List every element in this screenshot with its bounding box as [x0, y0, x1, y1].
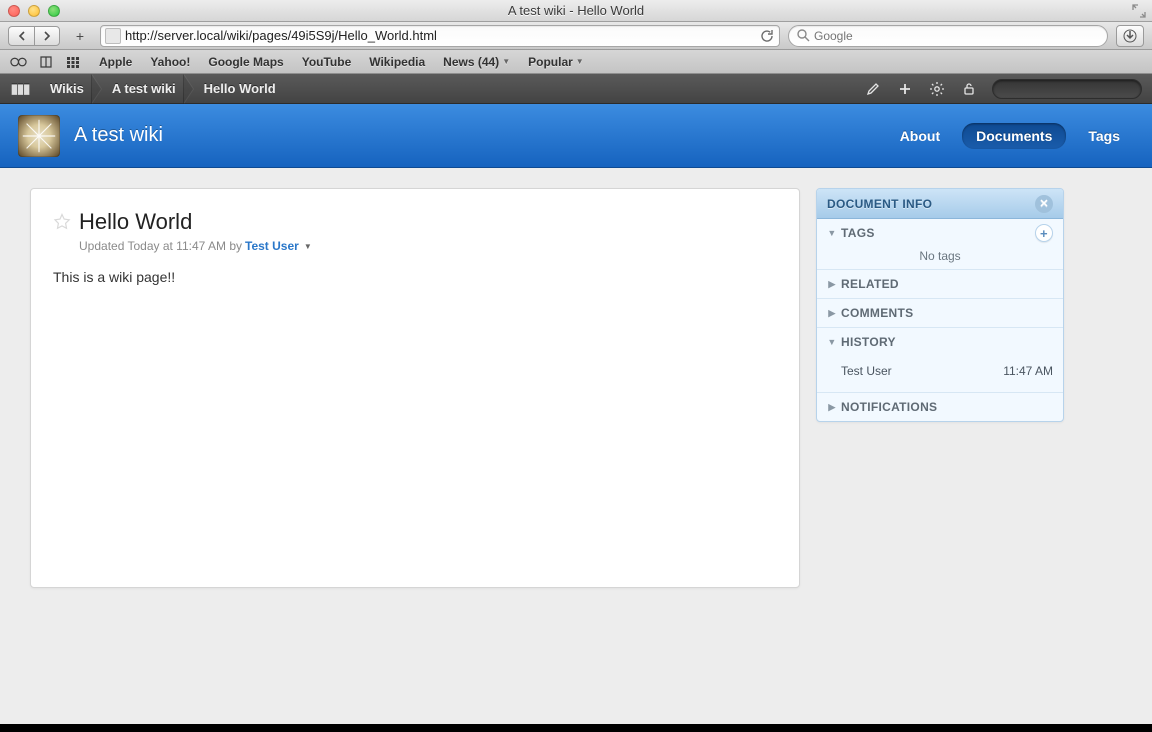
bookmarks-bar: Apple Yahoo! Google Maps YouTube Wikiped…	[0, 50, 1152, 74]
downloads-button[interactable]	[1116, 25, 1144, 47]
gear-icon[interactable]	[928, 80, 946, 98]
url-input[interactable]	[125, 28, 755, 43]
chevron-down-icon[interactable]: ▼	[304, 242, 312, 251]
chevron-down-icon: ▼	[502, 57, 510, 66]
document-meta: Updated Today at 11:47 AM by Test User ▼	[79, 239, 777, 253]
document-body: This is a wiki page!!	[53, 269, 777, 285]
back-button[interactable]	[8, 26, 34, 46]
bookmark-popular[interactable]: Popular▼	[528, 55, 584, 69]
section-notifications: ▶ NOTIFICATIONS	[817, 393, 1063, 421]
history-body: Test User 11:47 AM	[817, 356, 1063, 392]
section-history-header[interactable]: ▼ HISTORY	[817, 328, 1063, 356]
window-minimize-button[interactable]	[28, 5, 40, 17]
bookmark-news[interactable]: News (44)▼	[443, 55, 510, 69]
sidebar-toggle-icon[interactable]: ▮▮▮	[0, 81, 40, 97]
bookmark-wikipedia[interactable]: Wikipedia	[369, 55, 425, 69]
bookmark-youtube[interactable]: YouTube	[302, 55, 352, 69]
add-tag-button[interactable]: +	[1035, 224, 1053, 242]
browser-search-input[interactable]	[814, 29, 1099, 43]
site-favicon-icon	[105, 28, 121, 44]
disclosure-right-icon: ▶	[827, 308, 837, 319]
fullscreen-icon[interactable]	[1132, 4, 1146, 18]
disclosure-down-icon: ▼	[827, 228, 837, 238]
nav-tags[interactable]: Tags	[1074, 123, 1134, 149]
window-close-button[interactable]	[8, 5, 20, 17]
wiki-avatar-icon	[18, 115, 60, 157]
window-titlebar: A test wiki - Hello World	[0, 0, 1152, 22]
crumb-wikis[interactable]: Wikis	[40, 74, 102, 104]
document-card: Hello World Updated Today at 11:47 AM by…	[30, 188, 800, 588]
forward-button[interactable]	[34, 26, 60, 46]
nav-about[interactable]: About	[886, 123, 954, 149]
section-notifications-header[interactable]: ▶ NOTIFICATIONS	[817, 393, 1063, 421]
wiki-nav: About Documents Tags	[886, 123, 1134, 149]
wiki-breadcrumb-bar: ▮▮▮ Wikis A test wiki Hello World	[0, 74, 1152, 104]
top-sites-icon[interactable]	[64, 55, 81, 69]
section-comments-header[interactable]: ▶ COMMENTS	[817, 299, 1063, 327]
address-bar[interactable]	[100, 25, 780, 47]
browser-search-field[interactable]	[788, 25, 1108, 47]
reload-icon[interactable]	[759, 28, 775, 44]
history-time: 11:47 AM	[1003, 364, 1053, 378]
crumb-page[interactable]: Hello World	[194, 74, 294, 104]
bookmark-yahoo[interactable]: Yahoo!	[150, 55, 190, 69]
chevron-down-icon: ▼	[576, 57, 584, 66]
tags-empty-text: No tags	[817, 247, 1063, 269]
document-title: Hello World	[79, 209, 192, 235]
section-tags-header[interactable]: ▼ TAGS +	[817, 219, 1063, 247]
window-zoom-button[interactable]	[48, 5, 60, 17]
history-user: Test User	[841, 364, 1003, 378]
section-history: ▼ HISTORY Test User 11:47 AM	[817, 328, 1063, 393]
section-tags: ▼ TAGS + No tags	[817, 219, 1063, 270]
lock-icon[interactable]	[960, 80, 978, 98]
section-comments: ▶ COMMENTS	[817, 299, 1063, 328]
panel-header: DOCUMENT INFO ✕	[817, 189, 1063, 219]
document-info-panel: DOCUMENT INFO ✕ ▼ TAGS + No tags ▶ RELAT…	[816, 188, 1064, 422]
wiki-header: A test wiki About Documents Tags	[0, 104, 1152, 168]
content-stage: Hello World Updated Today at 11:47 AM by…	[0, 168, 1152, 724]
bookmark-apple[interactable]: Apple	[99, 55, 132, 69]
add-bookmark-button[interactable]: +	[68, 26, 92, 46]
panel-close-button[interactable]: ✕	[1035, 195, 1053, 213]
document-meta-user-link[interactable]: Test User	[245, 239, 299, 253]
traffic-lights	[8, 5, 60, 17]
bookmark-google-maps[interactable]: Google Maps	[208, 55, 283, 69]
nav-segment	[8, 26, 60, 46]
section-related-header[interactable]: ▶ RELATED	[817, 270, 1063, 298]
wiki-title: A test wiki	[74, 124, 886, 147]
disclosure-right-icon: ▶	[827, 402, 837, 413]
search-icon	[797, 29, 810, 42]
window-title: A test wiki - Hello World	[0, 3, 1152, 18]
favorite-star-icon[interactable]	[53, 213, 71, 231]
window-bottom-border	[0, 724, 1152, 732]
wiki-search-input[interactable]	[1005, 82, 1139, 96]
browser-toolbar: +	[0, 22, 1152, 50]
disclosure-right-icon: ▶	[827, 279, 837, 290]
bookmarks-icon[interactable]	[37, 55, 54, 69]
wiki-search-field[interactable]	[992, 79, 1142, 99]
reading-list-icon[interactable]	[10, 55, 27, 69]
nav-documents[interactable]: Documents	[962, 123, 1066, 149]
section-related: ▶ RELATED	[817, 270, 1063, 299]
history-row[interactable]: Test User 11:47 AM	[827, 360, 1053, 382]
add-icon[interactable]	[896, 80, 914, 98]
document-meta-text: Updated Today at 11:47 AM by	[79, 239, 242, 253]
crumb-wiki[interactable]: A test wiki	[102, 74, 194, 104]
edit-icon[interactable]	[864, 80, 882, 98]
panel-title: DOCUMENT INFO	[827, 197, 1035, 211]
disclosure-down-icon: ▼	[827, 337, 837, 347]
